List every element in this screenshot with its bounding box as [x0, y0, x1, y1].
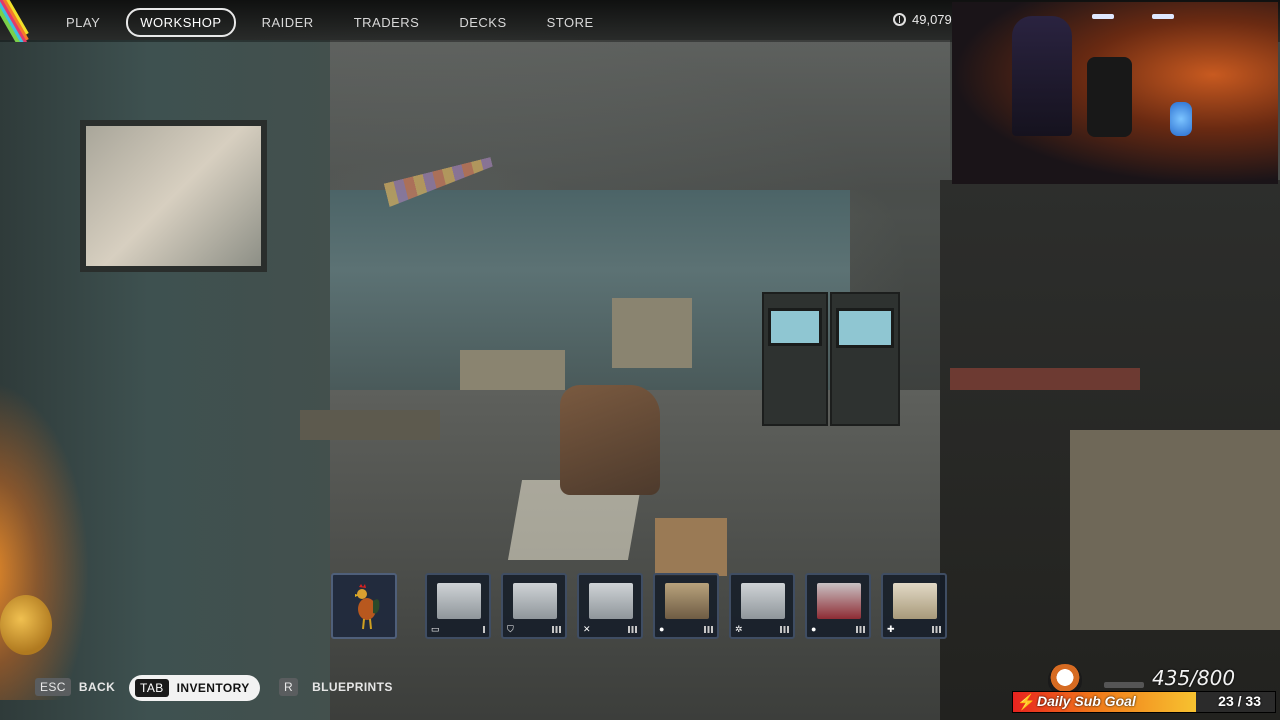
inventory-hint[interactable]: TAB INVENTORY [129, 675, 260, 701]
workstation-slot-3[interactable]: ✕ [577, 573, 643, 639]
workbench-thumbnail [437, 583, 481, 619]
lamp-glow [0, 380, 90, 700]
gear-icon: ✲ [735, 624, 743, 634]
level-indicator [552, 626, 561, 633]
r-key: R [279, 678, 299, 696]
nav-traders[interactable]: TRADERS [340, 8, 434, 37]
level-indicator [932, 626, 941, 633]
back-hint[interactable]: ESC BACK [35, 678, 115, 696]
esc-key: ESC [35, 678, 71, 696]
workbench-thumbnail [817, 583, 861, 619]
nav-workshop[interactable]: WORKSHOP [126, 8, 236, 37]
machine-screen-left [768, 308, 822, 346]
stripes-logo [0, 0, 42, 42]
workbench-thumbnail [741, 583, 785, 619]
ceiling-light [1152, 14, 1174, 19]
flask-icon: ● [811, 624, 817, 634]
crate [655, 518, 727, 576]
inventory-button[interactable]: TAB INVENTORY [129, 675, 260, 701]
workstation-slot-2[interactable]: ⛉ [501, 573, 567, 639]
workbench-thumbnail [513, 583, 557, 619]
sub-goal-label: Daily Sub Goal [1037, 693, 1136, 709]
bench-icon: ▭ [431, 624, 440, 634]
crossed-tools-icon: ✕ [583, 624, 591, 634]
grenade-icon: ● [659, 624, 665, 634]
workstation-slot-5[interactable]: ✲ [729, 573, 795, 639]
ceiling-light [1092, 14, 1114, 19]
faded-text-bar [1104, 682, 1144, 688]
sub-goal-count: 23 / 33 [1218, 693, 1261, 709]
level-indicator [704, 626, 713, 633]
blueprints-hint[interactable]: R BLUEPRINTS [279, 678, 393, 696]
workstation-slot-7[interactable]: ✚ [881, 573, 947, 639]
globe [0, 595, 52, 655]
webcam-overlay [952, 2, 1278, 184]
currency-value: 49,079 [912, 12, 952, 27]
red-workbench [950, 368, 1140, 390]
mascot-icon [1048, 664, 1082, 694]
level-indicator [483, 626, 485, 633]
rooster-icon [355, 584, 380, 630]
tab-key: TAB [135, 679, 169, 697]
featured-slot[interactable] [331, 573, 397, 639]
workbench-thumbnail [665, 583, 709, 619]
coin-icon [893, 13, 906, 26]
medical-cross-icon: ✚ [887, 624, 895, 634]
workbench-thumbnail [589, 583, 633, 619]
blue-lamp [1170, 102, 1192, 136]
cabinet-right [1070, 430, 1280, 630]
level-indicator [856, 626, 865, 633]
streamer [1012, 16, 1072, 136]
workstation-slot-6[interactable]: ● [805, 573, 871, 639]
lightning-icon: ⚡ [1017, 694, 1036, 711]
sub-goal-bar: ⚡ Daily Sub Goal 23 / 33 [1012, 691, 1276, 713]
nav-decks[interactable]: DECKS [445, 8, 520, 37]
overall-goal-count: 435/800 [1152, 666, 1236, 690]
machine-screen-right [836, 308, 894, 348]
ceiling [230, 40, 950, 190]
workbench-thumbnail [893, 583, 937, 619]
shield-icon: ⛉ [507, 624, 514, 634]
nav-raider[interactable]: RAIDER [248, 8, 328, 37]
desk-shelf [612, 298, 692, 368]
desk-back [460, 350, 565, 390]
main-nav: PLAY WORKSHOP RAIDER TRADERS DECKS STORE [52, 8, 608, 37]
table-left [300, 410, 440, 440]
level-indicator [628, 626, 637, 633]
level-indicator [780, 626, 789, 633]
nav-store[interactable]: STORE [533, 8, 608, 37]
armchair [560, 385, 660, 495]
workstation-slot-4[interactable]: ● [653, 573, 719, 639]
nav-play[interactable]: PLAY [52, 8, 114, 37]
back-label: BACK [78, 680, 116, 694]
inventory-label: INVENTORY [176, 681, 250, 695]
workstation-slot-1[interactable]: ▭ [425, 573, 491, 639]
blueprints-label: BLUEPRINTS [312, 680, 393, 694]
gaming-chair [1087, 57, 1132, 137]
window [80, 120, 267, 272]
faded-hint [1092, 679, 1148, 691]
currency-display: 49,079 [893, 12, 952, 27]
